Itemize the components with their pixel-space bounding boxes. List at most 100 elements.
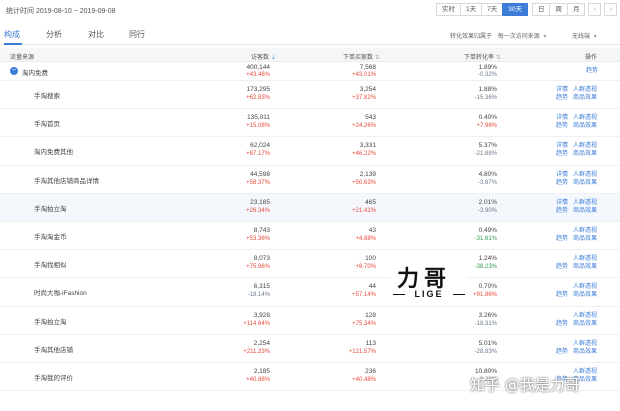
row-actions: 详情 人群透视 趋势 商品效果 [556, 142, 607, 158]
action-link[interactable]: 详情 [556, 86, 573, 94]
visitors-change: +62.83% [246, 95, 270, 101]
row-actions: 人群透视 趋势 商品效果 [556, 312, 607, 328]
action-link[interactable]: 人群透视 [573, 283, 607, 291]
range-button-2[interactable]: 7天 [481, 3, 504, 16]
buyers-change: +24.26% [352, 123, 376, 130]
visitors-value: 173,295 [246, 86, 271, 93]
visitors-value: 2,185 [253, 367, 270, 375]
attribution-select[interactable]: 转化效果归属于 每一次访问来源 ▾ [450, 31, 546, 40]
buyers-change: +40.48% [352, 376, 376, 383]
table-row: 手淘拍立淘 3,928 +114.64% 128 +75.34% 3.26% -18.31%… [0, 307, 620, 335]
range-button-3[interactable]: 30天 [502, 3, 528, 16]
tab-0[interactable]: 构成 [4, 29, 20, 40]
action-link[interactable]: 商品效果 [573, 94, 607, 102]
conversion-change: +7.98% [476, 123, 497, 130]
visitors-change: +87.17% [246, 151, 270, 158]
action-link[interactable]: 商品效果 [573, 348, 607, 356]
chevron-left-icon[interactable]: ‹ [588, 3, 602, 16]
visitors-value: 6,315 [253, 283, 270, 291]
conversion-change: -15.36% [474, 95, 497, 101]
action-link[interactable]: 商品效果 [573, 263, 607, 271]
sort-icon: ⇅ [374, 55, 380, 61]
action-link[interactable]: 趋势 [556, 150, 573, 158]
conversion-value: 4.80% [478, 170, 497, 178]
table-row: 时尚大咖-iFashion 6,315 -18.14% 44 +57.14% 0.70% +… [0, 278, 620, 307]
device-select[interactable]: 无线端 ▾ [572, 31, 597, 40]
sort-icon: ⇣ [270, 55, 276, 61]
buyers-change: +75.34% [352, 320, 376, 327]
col-visitors[interactable]: 访客数 ⇣ [251, 52, 276, 61]
source-name: 手淘首页 [34, 121, 60, 129]
conversion-value: 5.37% [478, 142, 497, 150]
col-buyers[interactable]: 下单买家数 ⇅ [343, 52, 380, 61]
tab-2[interactable]: 对比 [88, 29, 104, 40]
source-name: 手淘找相似 [34, 262, 67, 270]
source-name: 手淘其他店铺商品详情 [34, 177, 99, 185]
action-link[interactable]: 人群透视 [573, 142, 607, 150]
action-link[interactable]: 趋势 [556, 122, 573, 130]
action-link[interactable]: 商品效果 [573, 291, 607, 299]
action-link[interactable]: 商品效果 [573, 122, 607, 130]
buyers-change: +50.63% [352, 179, 376, 186]
source-name: 手淘搜索 [34, 93, 60, 100]
source-name: 手淘我的评价 [34, 374, 73, 382]
action-link[interactable]: 趋势 [556, 94, 573, 102]
action-link[interactable]: 趋势 [556, 207, 573, 215]
action-link[interactable]: 商品效果 [573, 207, 607, 215]
visitors-change: +114.64% [243, 320, 270, 327]
action-link[interactable]: 商品效果 [573, 320, 607, 328]
action-link[interactable]: 趋势 [556, 235, 573, 243]
action-link[interactable]: 人群透视 [573, 340, 607, 348]
range-button-0[interactable]: 实时 [436, 3, 461, 16]
action-link[interactable]: 人群透视 [573, 86, 607, 94]
range-button-1[interactable]: 1天 [460, 3, 483, 16]
action-link[interactable]: 趋势 [556, 291, 573, 299]
action-link[interactable]: 人群透视 [573, 312, 607, 320]
action-link[interactable]: 趋势 [556, 320, 573, 328]
active-tab-underline [4, 43, 22, 45]
table-row: 手淘搜索 173,295 +62.83% 3,254 +37.82% 1.88% -15.3… [0, 81, 620, 110]
range-button-6[interactable]: 月 [566, 3, 586, 16]
action-link[interactable]: 详情 [556, 171, 573, 179]
col-source: 流量来源 [10, 55, 35, 61]
action-link[interactable]: 商品效果 [573, 235, 607, 243]
action-link[interactable]: 人群透视 [573, 255, 607, 263]
col-actions: 操作 [585, 55, 598, 61]
visitors-value: 62,024 [250, 142, 270, 150]
row-actions: 人群透视 趋势 商品效果 [556, 340, 607, 356]
collapse-icon[interactable]: − [10, 67, 18, 75]
buyers-value: 128 [365, 311, 376, 319]
action-link[interactable]: 人群透视 [573, 171, 607, 179]
action-link[interactable]: 趋势 [556, 179, 573, 187]
col-conversion[interactable]: 下单转化率 ⇅ [464, 52, 501, 61]
buyers-value: 2,139 [359, 170, 376, 178]
source-name: 淘内免费其他 [34, 149, 73, 157]
table-row: 手淘其他店铺商品详情 44,598 +58.37% 2,139 +50.63% 4.80%… [0, 166, 620, 194]
action-link[interactable]: 详情 [556, 199, 573, 207]
chevron-right-icon[interactable]: › [604, 3, 618, 16]
table-row: 手淘其他店铺 2,254 +211.33% 113 +121.57% 5.01% -28.8… [0, 335, 620, 363]
range-button-5[interactable]: 周 [549, 3, 568, 16]
action-link[interactable]: 商品效果 [573, 179, 607, 187]
tab-bar: 构成 分析 对比 同行 转化效果归属于 每一次访问来源 ▾ 无线端 ▾ [0, 25, 620, 45]
row-actions: 人群透视 趋势 商品效果 [556, 255, 607, 271]
action-link[interactable]: 人群透视 [573, 227, 607, 235]
action-link[interactable]: 趋势 [556, 348, 573, 356]
time-range-group: 实时 1天 7天 30天日周月 ‹ › [436, 3, 618, 16]
action-link[interactable]: 详情 [556, 142, 573, 150]
visitors-change: +75.96% [246, 264, 270, 271]
action-link[interactable]: 人群透视 [573, 114, 607, 122]
action-link[interactable]: 趋势 [556, 263, 573, 271]
buyers-value: 44 [368, 283, 376, 291]
row-actions: 详情 人群透视 趋势 商品效果 [556, 86, 607, 102]
table-row: − 淘内免费 400,144 +43.46% 7,568 +43.01% 1.89% -0.3… [0, 62, 620, 81]
action-link[interactable]: 人群透视 [573, 199, 607, 207]
tab-1[interactable]: 分析 [46, 29, 62, 40]
action-link[interactable]: 详情 [556, 114, 573, 122]
range-button-4[interactable]: 日 [531, 3, 551, 16]
tab-3[interactable]: 同行 [129, 29, 145, 40]
action-link[interactable]: 趋势 [586, 67, 598, 75]
action-link[interactable]: 商品效果 [573, 150, 607, 158]
conversion-change: -3.67% [477, 179, 497, 186]
visitors-change: +58.37% [246, 179, 270, 186]
